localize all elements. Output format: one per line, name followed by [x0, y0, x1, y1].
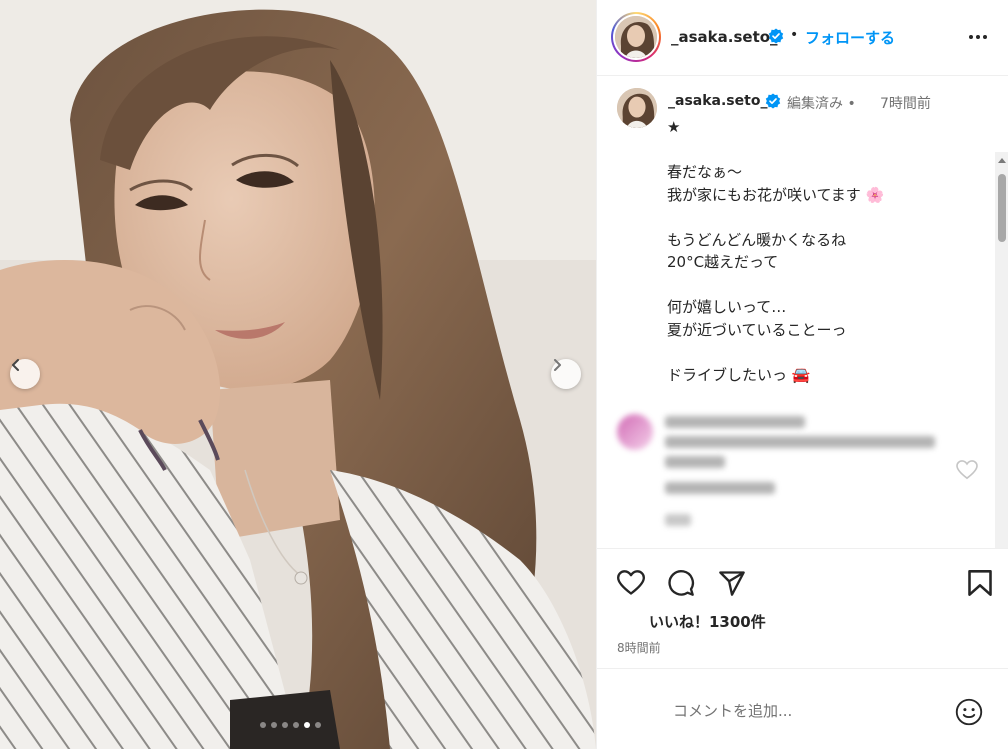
comment-like-icon[interactable]	[956, 460, 978, 480]
post-side-panel: _asaka.seto_ • フォローする _asaka.seto_ 編集済み …	[596, 0, 1008, 749]
verified-badge-icon	[768, 28, 784, 44]
comment-input[interactable]	[617, 697, 937, 725]
carousel-dot	[282, 722, 288, 728]
likes-count[interactable]: いいね！1300件	[649, 611, 766, 632]
post-photo[interactable]	[0, 0, 596, 749]
comment-icon[interactable]	[667, 569, 695, 597]
carousel-dot	[271, 722, 277, 728]
heart-icon[interactable]	[617, 569, 645, 597]
follow-button[interactable]: フォローする	[805, 27, 895, 48]
avatar-photo	[615, 16, 657, 58]
blurred-comment	[617, 406, 997, 546]
post-timestamp[interactable]: 8時間前	[617, 639, 661, 656]
post-caption: ★ 春だなぁ〜 我が家にもお花が咲いてます 🌸 もうどんどん暖かくなるね 20°…	[667, 118, 885, 384]
add-comment-bar	[597, 668, 1008, 749]
chevron-right-icon	[554, 359, 561, 371]
comments-section[interactable]: _asaka.seto_ 編集済み • 7時間前 ★ 春だなぁ〜 我が家にもお花…	[597, 76, 1008, 548]
comments-scrollbar[interactable]	[995, 152, 1008, 548]
bookmark-icon[interactable]	[967, 569, 993, 597]
carousel-dot	[304, 722, 310, 728]
author-avatar[interactable]	[611, 12, 661, 62]
emoji-icon[interactable]	[955, 698, 983, 726]
author-username[interactable]: _asaka.seto_	[671, 28, 778, 46]
caption-author-avatar[interactable]	[617, 88, 657, 128]
share-icon[interactable]	[718, 569, 746, 597]
verified-badge-icon	[765, 93, 781, 109]
chevron-left-icon	[12, 359, 19, 371]
previous-slide-button[interactable]	[10, 359, 40, 389]
carousel-indicator	[260, 722, 321, 728]
avatar-photo	[617, 88, 657, 128]
post-actions: いいね！1300件 8時間前	[597, 548, 1008, 668]
carousel-dot	[293, 722, 299, 728]
edited-label: 編集済み •	[787, 96, 856, 112]
caption-username[interactable]: _asaka.seto_	[668, 93, 767, 109]
carousel-dot	[260, 722, 266, 728]
carousel-dot	[315, 722, 321, 728]
post-header: _asaka.seto_ • フォローする	[597, 0, 1008, 76]
next-slide-button[interactable]	[551, 359, 581, 389]
more-options-icon[interactable]	[967, 26, 989, 48]
photo-illustration	[0, 0, 596, 749]
caption-timestamp: 7時間前	[880, 96, 931, 112]
header-separator: •	[790, 27, 799, 43]
